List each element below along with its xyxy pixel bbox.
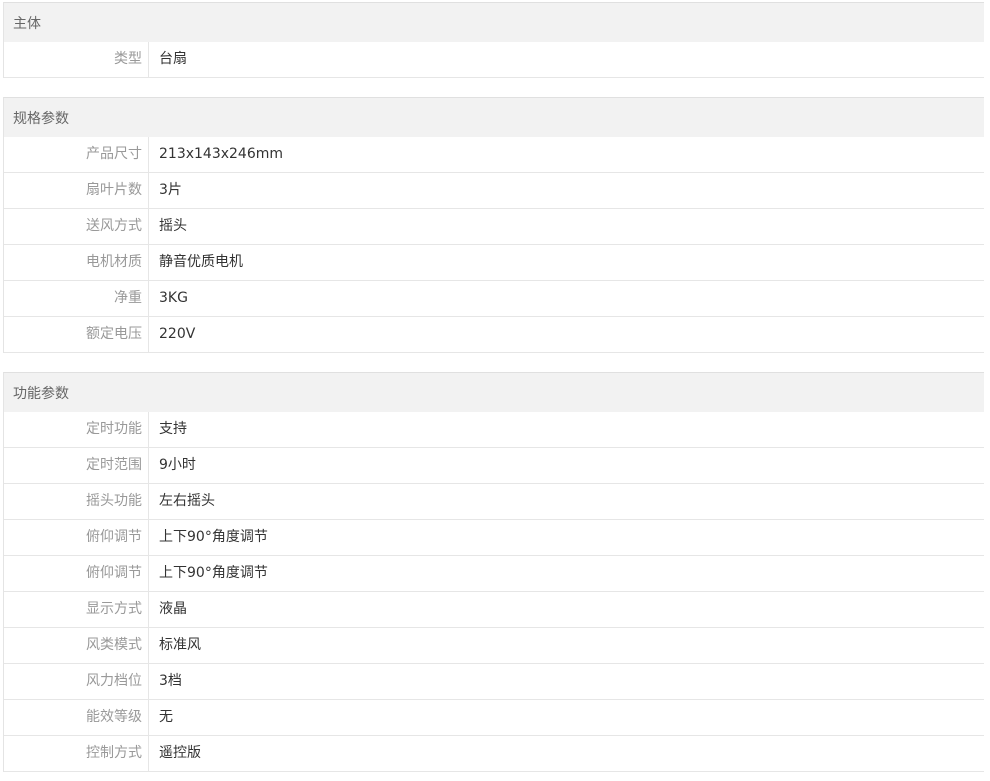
spec-row: 俯仰调节 上下90°角度调节	[4, 520, 984, 556]
spec-row: 摇头功能 左右摇头	[4, 484, 984, 520]
spec-value: 左右摇头	[159, 493, 215, 509]
spec-label: 扇叶片数	[4, 173, 149, 208]
spec-row: 控制方式 遥控版	[4, 736, 984, 772]
spec-value: 摇头	[159, 218, 187, 234]
spec-label: 俯仰调节	[4, 556, 149, 591]
spec-value: 标准风	[159, 637, 201, 653]
spec-label: 净重	[4, 281, 149, 316]
spec-row: 定时范围 9小时	[4, 448, 984, 484]
spec-label: 定时功能	[4, 412, 149, 447]
spec-row: 俯仰调节 上下90°角度调节	[4, 556, 984, 592]
spec-row: 定时功能 支持	[4, 412, 984, 448]
spec-row: 电机材质 静音优质电机	[4, 245, 984, 281]
spec-label: 送风方式	[4, 209, 149, 244]
spec-value: 上下90°角度调节	[159, 529, 268, 545]
spec-row: 类型 台扇	[4, 42, 984, 78]
spec-value: 液晶	[159, 601, 187, 617]
spec-label: 摇头功能	[4, 484, 149, 519]
spec-row: 产品尺寸 213x143x246mm	[4, 137, 984, 173]
spec-value: 213x143x246mm	[159, 146, 284, 162]
spec-value: 遥控版	[159, 745, 201, 761]
spec-label: 控制方式	[4, 736, 149, 771]
spec-value: 220V	[159, 326, 196, 342]
spec-label: 产品尺寸	[4, 137, 149, 172]
spec-label: 类型	[4, 42, 149, 77]
spec-value: 3档	[159, 673, 182, 689]
section-functions: 功能参数 定时功能 支持 定时范围 9小时 摇头功能 左右摇头 俯仰调节 上下9…	[3, 372, 984, 772]
spec-label: 能效等级	[4, 700, 149, 735]
section-title: 功能参数	[4, 373, 984, 412]
spec-row: 能效等级 无	[4, 700, 984, 736]
spec-value: 静音优质电机	[159, 254, 243, 270]
spec-row: 显示方式 液晶	[4, 592, 984, 628]
spec-value: 9小时	[159, 457, 196, 473]
spec-value: 上下90°角度调节	[159, 565, 268, 581]
spec-row: 送风方式 摇头	[4, 209, 984, 245]
spec-row: 风类模式 标准风	[4, 628, 984, 664]
spec-label: 电机材质	[4, 245, 149, 280]
section-specs: 规格参数 产品尺寸 213x143x246mm 扇叶片数 3片 送风方式 摇头 …	[3, 97, 984, 353]
spec-row: 扇叶片数 3片	[4, 173, 984, 209]
section-main: 主体 类型 台扇	[3, 2, 984, 78]
spec-page: 主体 类型 台扇 规格参数 产品尺寸 213x143x246mm 扇叶片数 3片…	[0, 0, 990, 781]
spec-label: 额定电压	[4, 317, 149, 352]
spec-label: 定时范围	[4, 448, 149, 483]
spec-label: 风类模式	[4, 628, 149, 663]
spec-row: 额定电压 220V	[4, 317, 984, 353]
spec-value: 台扇	[159, 51, 187, 67]
spec-label: 风力档位	[4, 664, 149, 699]
spec-label: 显示方式	[4, 592, 149, 627]
spec-value: 3KG	[159, 290, 188, 306]
spec-row: 风力档位 3档	[4, 664, 984, 700]
spec-value: 3片	[159, 182, 182, 198]
spec-value: 支持	[159, 421, 187, 437]
spec-value: 无	[159, 709, 173, 725]
spec-row: 净重 3KG	[4, 281, 984, 317]
section-title: 规格参数	[4, 98, 984, 137]
spec-label: 俯仰调节	[4, 520, 149, 555]
section-title: 主体	[4, 3, 984, 42]
